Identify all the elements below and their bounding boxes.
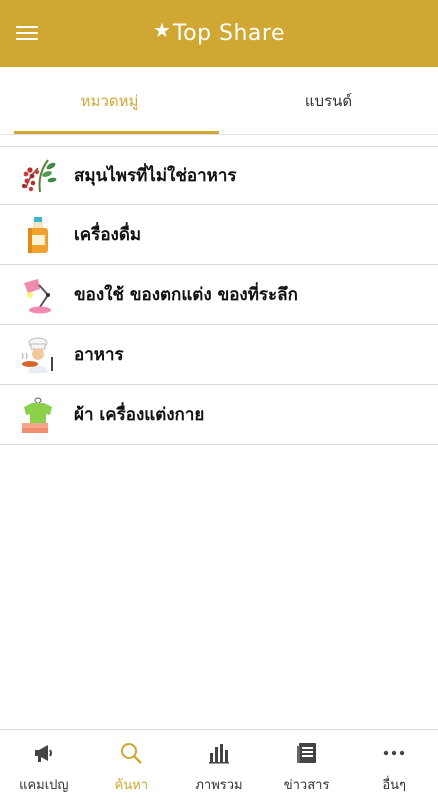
category-tabs: หมวดหมู่ แบรนด์: [0, 67, 438, 135]
bottle-icon: [18, 215, 58, 255]
megaphone-icon: [31, 740, 57, 766]
category-list: สมุนไพรที่ไม่ใช่อาหาร เครื่องดื่ม ของใช้…: [0, 146, 438, 445]
header-title: ★ Top Share: [152, 17, 286, 47]
chef-icon: [18, 335, 58, 375]
app-header: ★ Top Share: [0, 0, 438, 67]
nav-campaign[interactable]: แคมเปญ: [0, 730, 88, 800]
category-label: เครื่องดื่ม: [74, 225, 142, 245]
category-item-souvenirs[interactable]: ของใช้ ของตกแต่ง ของที่ระลึก: [0, 265, 438, 325]
bar-chart-icon: [206, 740, 232, 766]
nav-more[interactable]: อื่นๆ: [350, 730, 438, 800]
nav-label: ข่าวสาร: [283, 778, 330, 793]
star-icon: ★: [152, 17, 171, 42]
nav-news[interactable]: ข่าวสาร: [263, 730, 351, 800]
news-icon: [294, 740, 320, 766]
tab-label: หมวดหมู่: [80, 91, 139, 110]
tab-label: แบรนด์: [304, 91, 353, 110]
more-icon: [381, 740, 407, 766]
nav-label: ค้นหา: [114, 778, 149, 793]
category-label: อาหาร: [74, 345, 124, 365]
tab-categories[interactable]: หมวดหมู่: [0, 67, 219, 134]
menu-icon[interactable]: [16, 22, 44, 44]
tab-brands[interactable]: แบรนด์: [219, 67, 438, 134]
nav-search[interactable]: ค้นหา: [88, 730, 176, 800]
category-item-herbs[interactable]: สมุนไพรที่ไม่ใช่อาหาร: [0, 146, 438, 205]
category-item-clothing[interactable]: ผ้า เครื่องแต่งกาย: [0, 385, 438, 445]
nav-overview[interactable]: ภาพรวม: [175, 730, 263, 800]
clothing-icon: [18, 395, 58, 435]
bottom-navigation: แคมเปญ ค้นหา ภาพรวม ข่าวสาร อื่นๆ: [0, 729, 438, 800]
herb-icon: [18, 156, 58, 196]
lamp-icon: [18, 275, 58, 315]
app-title: Top Share: [172, 21, 286, 46]
category-label: สมุนไพรที่ไม่ใช่อาหาร: [74, 166, 237, 186]
category-item-food[interactable]: อาหาร: [0, 325, 438, 385]
category-label: ผ้า เครื่องแต่งกาย: [74, 405, 205, 425]
nav-label: ภาพรวม: [195, 778, 243, 793]
nav-label: อื่นๆ: [382, 778, 407, 793]
search-icon: [118, 740, 144, 766]
nav-label: แคมเปญ: [19, 778, 69, 793]
category-label: ของใช้ ของตกแต่ง ของที่ระลึก: [74, 285, 298, 305]
category-item-drinks[interactable]: เครื่องดื่ม: [0, 205, 438, 265]
